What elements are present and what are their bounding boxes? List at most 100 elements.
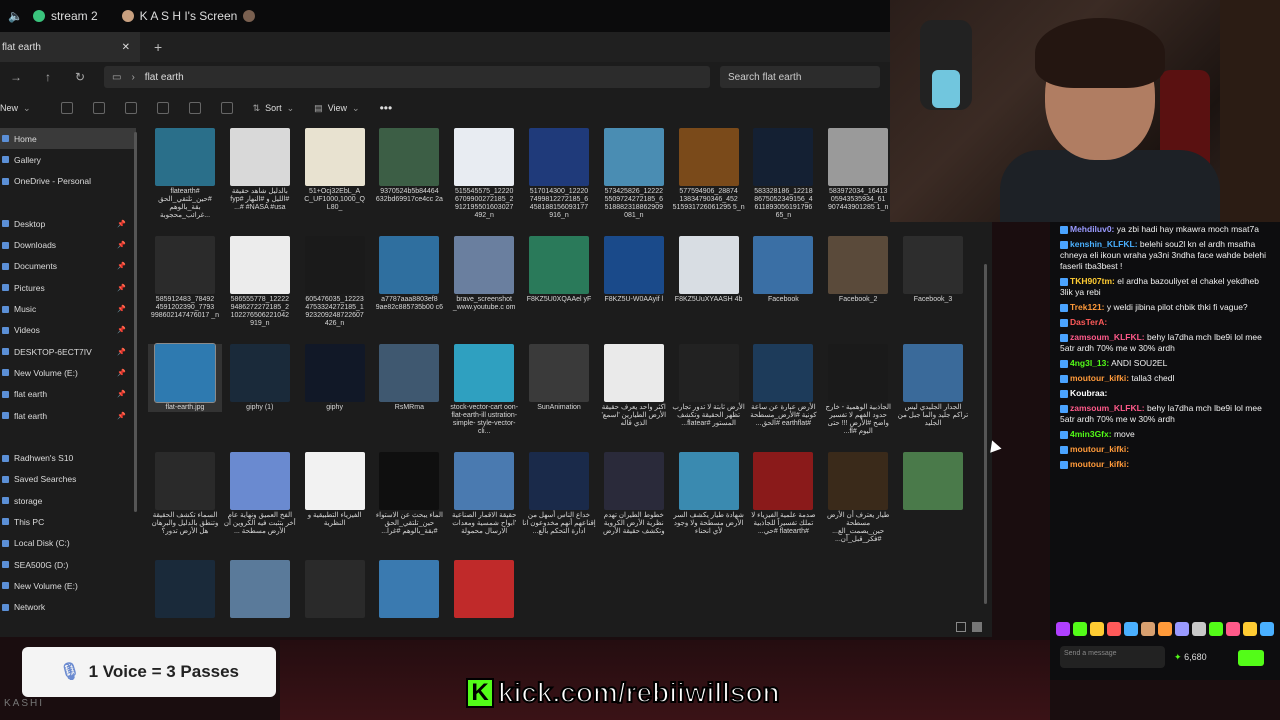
sidebar-item[interactable]: Home [0, 128, 136, 150]
chat-username[interactable]: 4ng3l_13: [1070, 358, 1109, 368]
file-item[interactable]: 515545575_12220 6709900272185_2 91219550… [447, 128, 521, 220]
file-item[interactable]: giphy (1) [223, 344, 297, 412]
file-item[interactable]: Facebook_3 [896, 236, 970, 304]
file-item[interactable]: صدمة علمية الفيزياء لا تملك تفسيراً للجا… [746, 452, 820, 536]
sidebar-item[interactable]: Pictures 📌 [0, 277, 136, 298]
send-button[interactable] [1238, 650, 1264, 666]
chat-username[interactable]: moutour_kifki: [1070, 459, 1129, 469]
sort-button[interactable]: ⇅ Sort ⌄ [253, 103, 295, 114]
sidebar-item[interactable]: Local Disk (C:) [0, 533, 136, 554]
file-item[interactable]: F8KZ5U0XQAAel yF [522, 236, 596, 304]
emote-icon[interactable] [1243, 622, 1257, 636]
sidebar-item[interactable]: Documents 📌 [0, 256, 136, 277]
view-toggle-icons[interactable] [956, 622, 982, 632]
search-input[interactable]: Search flat earth [720, 66, 880, 88]
chat-input[interactable]: Send a message [1060, 646, 1165, 668]
file-item[interactable]: Facebook_2 [821, 236, 895, 304]
emote-icon[interactable] [1209, 622, 1223, 636]
file-item[interactable]: stock-vector-cart oon-flat-earth-ill ust… [447, 344, 521, 436]
sidebar-item[interactable]: New Volume (E:) [0, 575, 136, 596]
paste-button[interactable] [124, 102, 137, 114]
new-tab-button[interactable]: + [154, 39, 162, 55]
file-item[interactable]: F8KZ5U-W0AAyif l [597, 236, 671, 304]
tab-flat-earth[interactable]: flat earth ✕ [0, 32, 140, 62]
up-icon[interactable]: ↑ [32, 70, 64, 84]
stream-entry[interactable]: stream 2 [32, 9, 98, 23]
chat-username[interactable]: DasTerA: [1070, 317, 1107, 327]
sidebar-item[interactable]: Radhwen's S10 [0, 447, 136, 468]
file-item[interactable]: خطوط الطيران تهدم نظرية الأرض الكروية وت… [597, 452, 671, 536]
sidebar-scrollbar[interactable] [134, 132, 137, 512]
emote-icon[interactable] [1175, 622, 1189, 636]
file-item[interactable]: brave_screenshot _www.youtube.c om [447, 236, 521, 312]
chat-username[interactable]: zamsoum_KLFKL: [1070, 332, 1145, 342]
sidebar-item[interactable]: flat earth 📌 [0, 405, 136, 426]
emote-icon[interactable] [1141, 622, 1155, 636]
emote-icon[interactable] [1124, 622, 1138, 636]
sidebar-item[interactable]: New Volume (E:) 📌 [0, 362, 136, 383]
chat-username[interactable]: moutour_kifki: [1070, 444, 1129, 454]
file-item[interactable] [298, 560, 372, 620]
file-item[interactable] [223, 560, 297, 620]
sidebar-item[interactable]: OneDrive - Personal [0, 171, 136, 192]
emote-icon[interactable] [1090, 622, 1104, 636]
file-item[interactable]: الفيزياء التطبيقية و النظرية [298, 452, 372, 528]
emote-icon[interactable] [1260, 622, 1274, 636]
chat-username[interactable]: TKH907tm: [1070, 276, 1115, 286]
emote-icon[interactable] [1107, 622, 1121, 636]
chat-username[interactable]: zamsoum_KLFKL: [1070, 403, 1145, 413]
sidebar-item[interactable]: This PC [0, 511, 136, 532]
file-item[interactable]: شهادة طيار يكشف السر الأرض مسطحة ولا وجو… [672, 452, 746, 536]
chat-username[interactable]: Mehdiluv0: [1070, 224, 1114, 234]
chat-username[interactable]: Trek121: [1070, 302, 1105, 312]
file-item[interactable] [896, 452, 970, 512]
file-item[interactable]: الفخ العميق ونهاية عام أخر بتثبت فيه الك… [223, 452, 297, 536]
sidebar-item[interactable]: storage [0, 490, 136, 511]
emote-icon[interactable] [1226, 622, 1240, 636]
file-item[interactable]: F8KZ5UuXYAASH 4b [672, 236, 746, 304]
file-item[interactable]: Facebook [746, 236, 820, 304]
chat-username[interactable]: Koubraa: [1070, 388, 1107, 398]
close-icon[interactable]: ✕ [122, 42, 130, 53]
file-item[interactable]: 9370524b5b84464 632bd69917ce4cc 2a [372, 128, 446, 204]
chat-username[interactable]: 4min3Gfx: [1070, 429, 1112, 439]
address-field[interactable]: ▭ › flat earth [104, 66, 710, 88]
file-item[interactable]: حقيقة الاقمار الصناعية 'ابواح شمسية ومعد… [447, 452, 521, 536]
stream-audio[interactable]: 🔈 [8, 9, 23, 23]
sidebar-item[interactable]: Downloads 📌 [0, 234, 136, 255]
file-item[interactable]: 583328186_12218 8675052349156_4 61189305… [746, 128, 820, 220]
file-item[interactable]: SunAnimation [522, 344, 596, 412]
file-item[interactable] [372, 560, 446, 620]
file-item[interactable]: 573425826_12222 5509724272185_6 51888231… [597, 128, 671, 220]
emote-icon[interactable] [1073, 622, 1087, 636]
screen-share-entry[interactable]: K A S H I's Screen [121, 9, 256, 23]
new-button[interactable]: New ⌄ [0, 103, 31, 114]
file-item[interactable]: طيار يعترف أن الأرض مسطحة حين_يصمت_الع..… [821, 452, 895, 544]
sidebar-item[interactable]: DESKTOP-6ECT7IV 📌 [0, 341, 136, 362]
file-item[interactable]: الأرض ثابتة لا تدور تجارب تظهر الحقيقة و… [672, 344, 746, 428]
refresh-icon[interactable]: ↻ [64, 70, 96, 84]
copy-button[interactable] [92, 102, 105, 114]
file-item[interactable]: giphy [298, 344, 372, 412]
rename-button[interactable] [156, 102, 169, 114]
file-item[interactable]: RsMRma [372, 344, 446, 412]
file-item[interactable]: 517014300_12220 7499812272185_6 45818815… [522, 128, 596, 220]
file-item[interactable]: a7787aaa8803ef8 9ae82c885735b00 c6 [372, 236, 446, 312]
file-item[interactable]: اكثر واحد يعرف حقيقة الأرض الطيارين 'اسم… [597, 344, 671, 428]
more-options-icon[interactable]: ••• [380, 101, 393, 115]
file-item[interactable]: 605476035_12223 4753324272185_1 92320924… [298, 236, 372, 328]
tiles-view-icon[interactable] [972, 622, 982, 632]
file-item[interactable]: الجاذبية الوهمية - خارج حدود الفهم لا تف… [821, 344, 895, 436]
delete-button[interactable] [220, 102, 233, 114]
file-item[interactable]: الجدار الجليدي ليس تراكم جليد والما جبل … [896, 344, 970, 428]
chat-username[interactable]: kenshin_KLFKL: [1070, 239, 1138, 249]
sidebar-item[interactable]: SEA500G (D:) [0, 554, 136, 575]
file-item[interactable]: 585912483_78492 4591202390_7793 99860214… [148, 236, 222, 320]
file-item[interactable]: 586555778_12222 9486272272185_2 10227650… [223, 236, 297, 328]
file-item[interactable]: flat-earth.jpg [148, 343, 222, 412]
file-item[interactable] [447, 560, 521, 620]
sidebar-item[interactable]: Saved Searches [0, 469, 136, 490]
file-item[interactable]: 583972034_16413 05943535934_61 907443901… [821, 128, 895, 212]
file-item[interactable]: 577594906_28874 13834790346_452 51593172… [672, 128, 746, 212]
emote-icon[interactable] [1056, 622, 1070, 636]
